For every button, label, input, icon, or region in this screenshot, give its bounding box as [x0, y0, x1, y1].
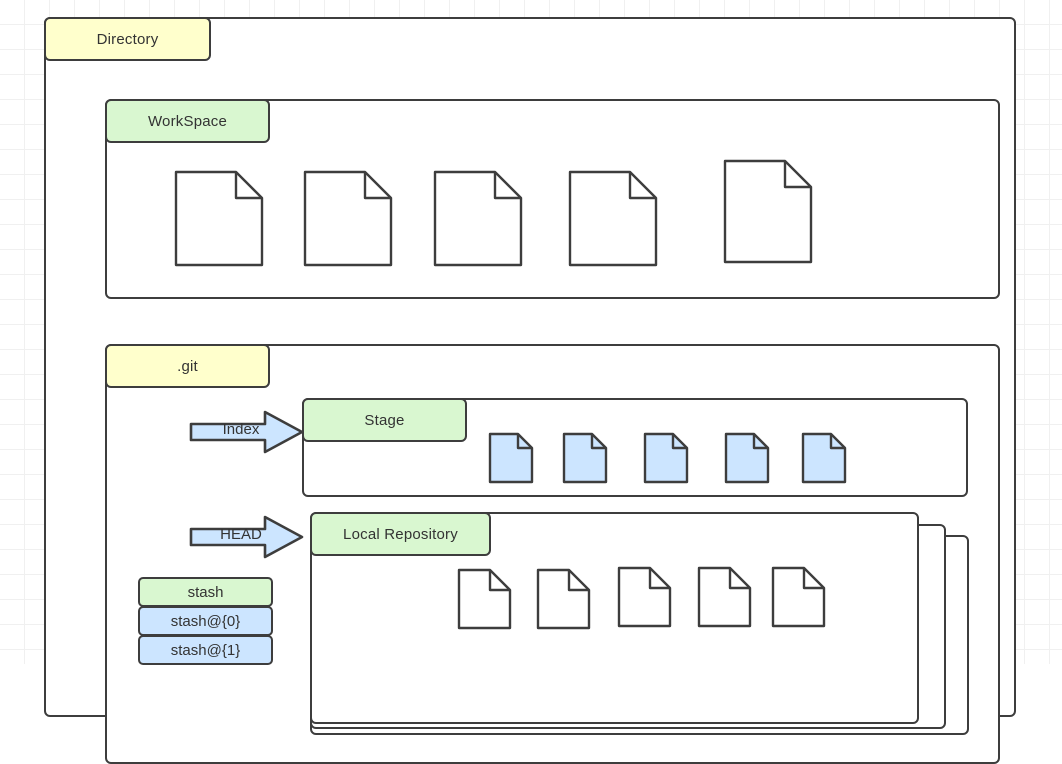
git-label[interactable]: .git [105, 344, 270, 388]
stage-file-4[interactable] [724, 432, 770, 484]
workspace-file-1[interactable] [174, 170, 264, 267]
workspace-file-5[interactable] [723, 159, 813, 264]
index-arrow-icon[interactable] [189, 410, 305, 454]
repo-file-2[interactable] [536, 568, 591, 630]
stage-file-2[interactable] [562, 432, 608, 484]
repo-file-5[interactable] [771, 566, 826, 628]
directory-label[interactable]: Directory [44, 17, 211, 61]
stage-file-5[interactable] [801, 432, 847, 484]
workspace-file-3[interactable] [433, 170, 523, 267]
stash-entry-0[interactable]: stash@{0} [138, 606, 273, 636]
stash-entry-1-text: stash@{1} [170, 641, 241, 659]
git-label-text: .git [177, 357, 198, 375]
head-arrow-icon[interactable] [189, 515, 305, 559]
repo-file-1[interactable] [457, 568, 512, 630]
diagram-canvas: Directory WorkSpace .git Stage Index Loc… [0, 0, 1062, 764]
stash-entry-0-text: stash@{0} [170, 612, 241, 630]
stage-file-3[interactable] [643, 432, 689, 484]
workspace-file-2[interactable] [303, 170, 393, 267]
local-repository-label-text: Local Repository [343, 525, 458, 543]
repo-file-3[interactable] [617, 566, 672, 628]
local-repository-label[interactable]: Local Repository [310, 512, 491, 556]
stash-header-text: stash [187, 583, 224, 601]
workspace-file-4[interactable] [568, 170, 658, 267]
stash-header[interactable]: stash [138, 577, 273, 607]
workspace-label[interactable]: WorkSpace [105, 99, 270, 143]
stash-entry-1[interactable]: stash@{1} [138, 635, 273, 665]
repo-file-4[interactable] [697, 566, 752, 628]
directory-label-text: Directory [96, 30, 159, 48]
stage-file-1[interactable] [488, 432, 534, 484]
stage-label-text: Stage [364, 411, 405, 429]
stage-label[interactable]: Stage [302, 398, 467, 442]
workspace-label-text: WorkSpace [147, 112, 228, 130]
